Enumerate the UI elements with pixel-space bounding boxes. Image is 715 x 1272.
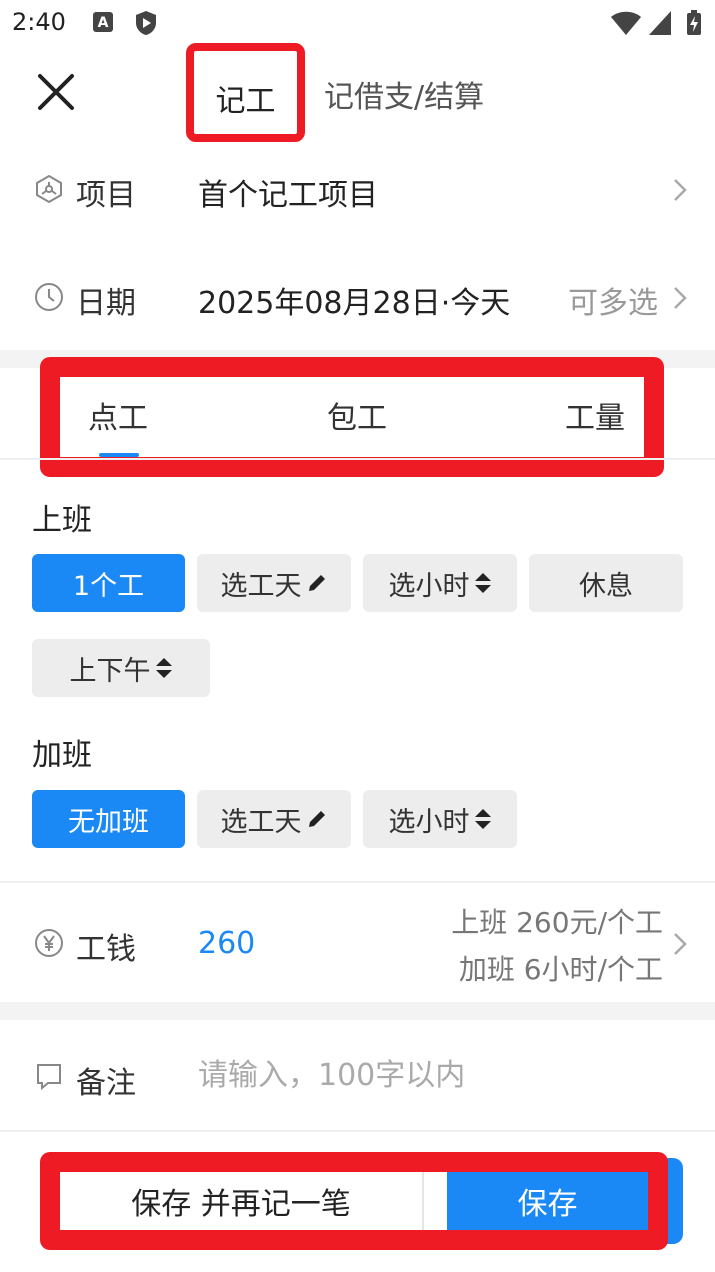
save-button[interactable]: 保存 — [447, 1172, 648, 1230]
tab-contract-work[interactable]: 包工 — [327, 393, 387, 437]
notes-input[interactable] — [198, 1058, 658, 1093]
save-and-add-another-button[interactable]: 保存 并再记一笔 — [60, 1172, 424, 1230]
status-time: 2:40 — [12, 8, 66, 36]
project-row[interactable]: 项目 首个记工项目 — [0, 150, 715, 230]
sort-icon — [155, 658, 172, 678]
chip-label: 选工天 — [220, 570, 302, 602]
keyboard-a-icon: A — [92, 10, 114, 34]
chip-label: 无加班 — [68, 806, 149, 838]
note-icon — [34, 1061, 64, 1091]
tab-point-work[interactable]: 点工 — [88, 393, 148, 437]
work-select-days-chip[interactable]: 选工天 — [197, 554, 351, 612]
divider — [0, 458, 715, 460]
divider — [0, 881, 715, 883]
work-rest-chip[interactable]: 休息 — [529, 554, 683, 612]
yen-icon — [34, 928, 64, 958]
close-button[interactable] — [34, 70, 78, 114]
work-one-day-chip[interactable]: 1个工 — [32, 554, 185, 612]
overtime-none-chip[interactable]: 无加班 — [32, 790, 185, 848]
divider — [0, 1130, 715, 1132]
wage-overtime-rate: 加班 6小时/个工 — [458, 953, 663, 986]
tab-record-work[interactable]: 记工 — [186, 43, 305, 142]
sort-icon — [474, 573, 491, 593]
chip-label: 选小时 — [388, 570, 470, 602]
chevron-right-icon — [672, 285, 688, 311]
active-tab-indicator — [99, 453, 139, 457]
tab-loan-settlement[interactable]: 记借支/结算 — [324, 72, 484, 116]
tab-record-work-label: 记工 — [215, 84, 276, 119]
project-icon — [34, 174, 64, 204]
wage-label: 工钱 — [76, 932, 136, 967]
section-separator — [0, 1002, 715, 1020]
chip-label: 选工天 — [220, 806, 302, 838]
tab-work-quantity[interactable]: 工量 — [565, 393, 625, 437]
overtime-section-title: 加班 — [32, 738, 92, 773]
notes-label: 备注 — [76, 1066, 136, 1101]
battery-charging-icon — [686, 10, 702, 36]
chip-label: 1个工 — [72, 570, 145, 602]
work-select-hours-chip[interactable]: 选小时 — [363, 554, 517, 612]
svg-text:A: A — [98, 15, 109, 31]
wage-value: 260 — [198, 926, 256, 961]
date-label: 日期 — [76, 286, 136, 321]
chip-label: 选小时 — [388, 806, 470, 838]
wage-row[interactable]: 工钱 上班 260元/个工 加班 6小时/个工 — [0, 884, 715, 1000]
clock-icon — [34, 282, 64, 312]
pencil-icon — [308, 575, 325, 591]
work-am-pm-chip[interactable]: 上下午 — [32, 639, 210, 697]
date-value: 2025年08月28日·今天 — [198, 286, 511, 321]
close-icon — [38, 74, 74, 110]
overtime-select-hours-chip[interactable]: 选小时 — [363, 790, 517, 848]
bottom-action-bar: 保存 并再记一笔 保存 — [40, 1152, 668, 1250]
shield-play-icon — [134, 10, 158, 36]
date-multi-select-hint: 可多选 — [568, 286, 658, 321]
wage-normal-rate: 上班 260元/个工 — [451, 906, 663, 939]
pencil-icon — [308, 811, 325, 827]
sort-icon — [474, 809, 491, 829]
date-row[interactable]: 日期 2025年08月28日·今天 可多选 — [0, 258, 715, 338]
chip-label: 休息 — [579, 570, 633, 602]
chevron-right-icon — [672, 177, 688, 203]
chip-label: 上下午 — [69, 655, 151, 687]
project-value: 首个记工项目 — [198, 178, 378, 213]
signal-icon — [648, 10, 672, 36]
project-label: 项目 — [76, 178, 136, 213]
wifi-icon — [610, 10, 642, 36]
work-section-title: 上班 — [32, 503, 92, 538]
overtime-select-days-chip[interactable]: 选工天 — [197, 790, 351, 848]
chevron-right-icon — [672, 931, 688, 957]
